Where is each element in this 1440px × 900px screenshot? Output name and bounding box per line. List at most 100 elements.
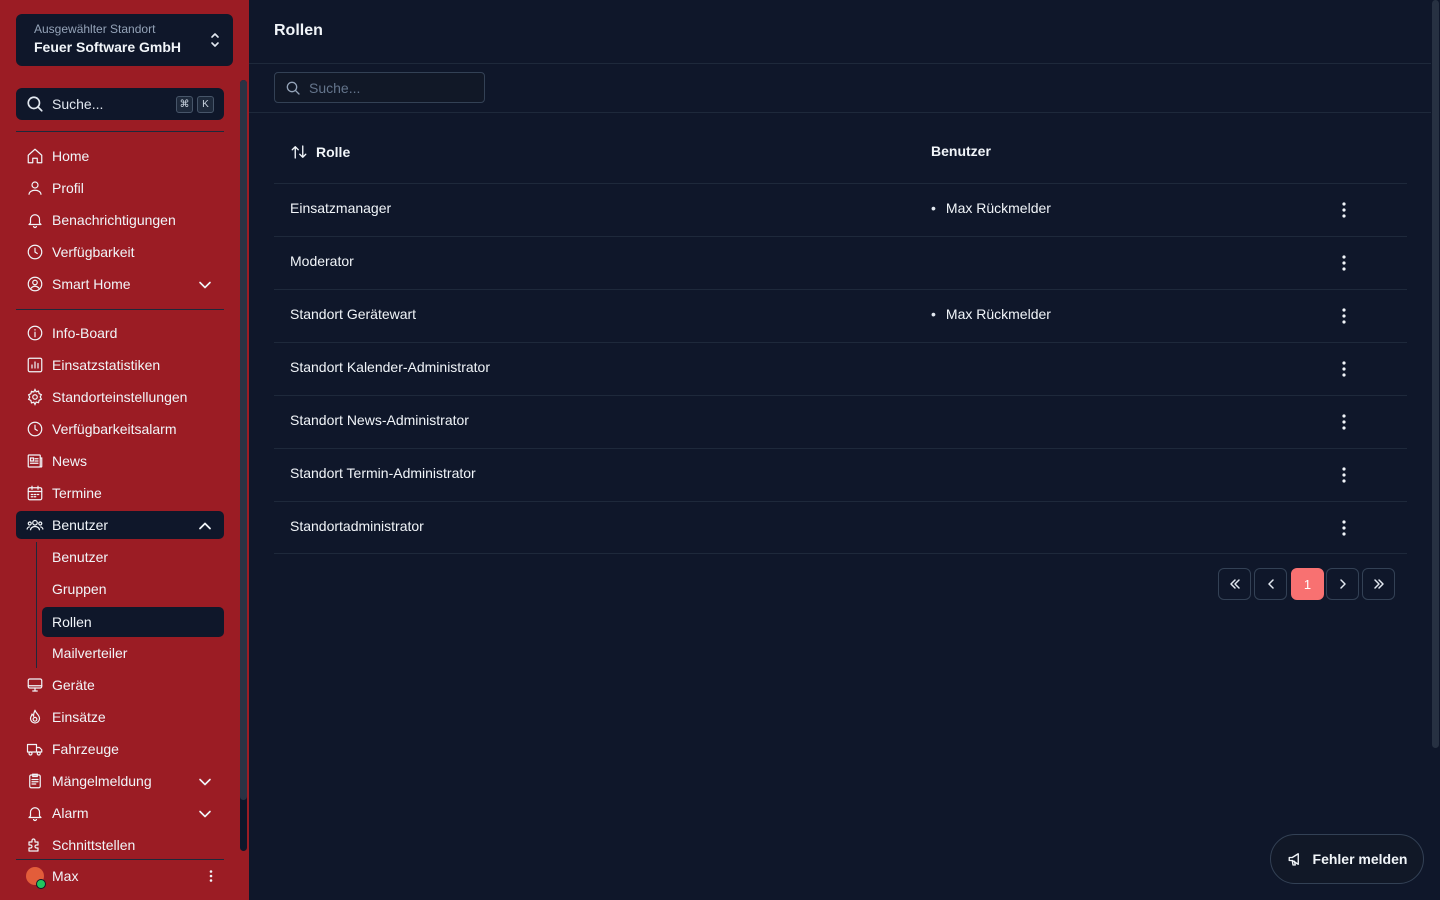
chevron-left-icon <box>1267 579 1274 589</box>
column-header-role[interactable]: Rolle <box>290 143 350 161</box>
sidebar: Ausgewählter Standort Feuer Software Gmb… <box>0 0 249 900</box>
previous-page-button[interactable] <box>1254 568 1287 600</box>
next-page-button[interactable] <box>1326 568 1359 600</box>
sidebar-item-operations[interactable]: Einsätze <box>16 703 224 731</box>
sort-icon <box>291 145 307 159</box>
search-label: Suche... <box>52 96 104 112</box>
sidebar-item-users[interactable]: Benutzer <box>16 511 224 539</box>
more-vertical-icon <box>1342 520 1346 536</box>
report-bug-button[interactable]: Fehler melden <box>1270 834 1424 884</box>
sidebar-subitem-roles[interactable]: Rollen <box>42 607 224 637</box>
sidebar-item-label: Verfügbarkeit <box>52 244 135 260</box>
monitor-icon <box>27 678 43 692</box>
location-selector[interactable]: Ausgewählter Standort Feuer Software Gmb… <box>16 14 233 66</box>
chevron-right-icon <box>1339 579 1346 589</box>
clock-icon <box>27 421 43 437</box>
table-row: Standort Gerätewart Max Rückmelder <box>274 289 1407 342</box>
megaphone-icon <box>1288 853 1299 866</box>
user-menu[interactable]: Max <box>16 862 224 890</box>
sidebar-item-settings[interactable]: Standorteinstellungen <box>16 383 224 411</box>
role-name: Standort Gerätewart <box>290 306 417 322</box>
more-vertical-icon <box>1342 308 1346 324</box>
table-row: Standortadministrator <box>274 501 1407 554</box>
row-actions-button[interactable] <box>1336 466 1352 484</box>
sidebar-item-defects[interactable]: Mängelmeldung <box>16 767 224 795</box>
sidebar-item-devices[interactable]: Geräte <box>16 671 224 699</box>
search-icon <box>27 96 43 112</box>
sidebar-item-vehicles[interactable]: Fahrzeuge <box>16 735 224 763</box>
sidebar-item-profile[interactable]: Profil <box>16 174 224 202</box>
sidebar-item-label: Benachrichtigungen <box>52 212 176 228</box>
sidebar-item-label: Verfügbarkeitsalarm <box>52 421 177 437</box>
sidebar-item-alarm[interactable]: Alarm <box>16 799 224 827</box>
report-bug-label: Fehler melden <box>1312 851 1408 867</box>
role-name: Standortadministrator <box>290 518 424 534</box>
sidebar-item-label: News <box>52 453 88 469</box>
location-name: Feuer Software GmbH <box>34 39 182 55</box>
sidebar-item-label: Rollen <box>52 614 92 630</box>
page-1-button[interactable]: 1 <box>1291 568 1324 600</box>
sidebar-scrollbar[interactable] <box>240 80 247 800</box>
truck-icon <box>26 743 43 756</box>
row-actions-button[interactable] <box>1336 201 1352 219</box>
puzzle-icon <box>28 838 39 852</box>
sidebar-item-label: Mailverteiler <box>52 645 128 661</box>
sidebar-item-label: Fahrzeuge <box>52 741 119 757</box>
sidebar-item-statistics[interactable]: Einsatzstatistiken <box>16 351 224 379</box>
clock-icon <box>27 244 43 260</box>
more-vertical-icon <box>1342 467 1346 483</box>
user-circle-icon <box>27 276 43 292</box>
sidebar-item-interfaces[interactable]: Schnittstellen <box>16 831 224 859</box>
sidebar-item-news[interactable]: News <box>16 447 224 475</box>
row-actions-button[interactable] <box>1336 307 1352 325</box>
sidebar-divider <box>16 131 224 132</box>
more-vertical-icon[interactable] <box>204 869 218 883</box>
sidebar-item-notifications[interactable]: Benachrichtigungen <box>16 206 224 234</box>
sidebar-item-infoboard[interactable]: Info-Board <box>16 319 224 347</box>
table-row: Einsatzmanager Max Rückmelder <box>274 183 1407 236</box>
sidebar-subitem-users[interactable]: Benutzer <box>42 542 224 572</box>
sidebar-item-label: Home <box>52 148 90 164</box>
sidebar-item-smarthome[interactable]: Smart Home <box>16 270 224 298</box>
sidebar-item-label: Schnittstellen <box>52 837 136 853</box>
avatar <box>26 867 46 889</box>
role-name: Standort Termin-Administrator <box>290 465 476 481</box>
chevron-down-icon <box>199 778 211 786</box>
table-row: Standort News-Administrator <box>274 395 1407 448</box>
global-search-button[interactable]: Suche... ⌘ K <box>16 88 224 120</box>
row-actions-button[interactable] <box>1336 254 1352 272</box>
sidebar-item-label: Benutzer <box>52 517 109 533</box>
sidebar-item-home[interactable]: Home <box>16 142 224 170</box>
page-title: Rollen <box>274 22 323 39</box>
gear-icon <box>27 388 43 406</box>
page-scrollbar[interactable] <box>1432 0 1439 748</box>
search-icon <box>286 81 300 95</box>
main-content: Rollen Rolle Benutzer Einsatzmanager Max… <box>249 0 1431 900</box>
first-page-button[interactable] <box>1218 568 1251 600</box>
user-icon <box>28 181 42 195</box>
kbd-cmd: ⌘ <box>176 95 193 113</box>
location-label: Ausgewählter Standort <box>34 22 156 36</box>
sidebar-item-availability[interactable]: Verfügbarkeit <box>16 238 224 266</box>
submenu-line <box>36 542 37 668</box>
last-page-button[interactable] <box>1362 568 1395 600</box>
role-user: Max Rückmelder <box>931 200 1051 216</box>
sidebar-item-events[interactable]: Termine <box>16 479 224 507</box>
info-icon <box>27 325 43 341</box>
home-icon <box>27 148 43 164</box>
sidebar-item-label: Profil <box>52 180 84 196</box>
table-search[interactable] <box>274 72 485 103</box>
row-actions-button[interactable] <box>1336 519 1352 537</box>
more-vertical-icon <box>1342 255 1346 271</box>
bell-icon <box>28 214 42 229</box>
sidebar-subitem-groups[interactable]: Gruppen <box>42 574 224 604</box>
search-input[interactable] <box>309 79 469 96</box>
column-header-users: Benutzer <box>931 143 991 159</box>
row-actions-button[interactable] <box>1336 413 1352 431</box>
row-actions-button[interactable] <box>1336 360 1352 378</box>
sidebar-subitem-mail[interactable]: Mailverteiler <box>42 638 224 668</box>
user-name: Max <box>52 868 79 884</box>
chevron-up-icon <box>199 522 211 530</box>
sidebar-divider <box>16 309 224 310</box>
sidebar-item-availability-alarm[interactable]: Verfügbarkeitsalarm <box>16 415 224 443</box>
